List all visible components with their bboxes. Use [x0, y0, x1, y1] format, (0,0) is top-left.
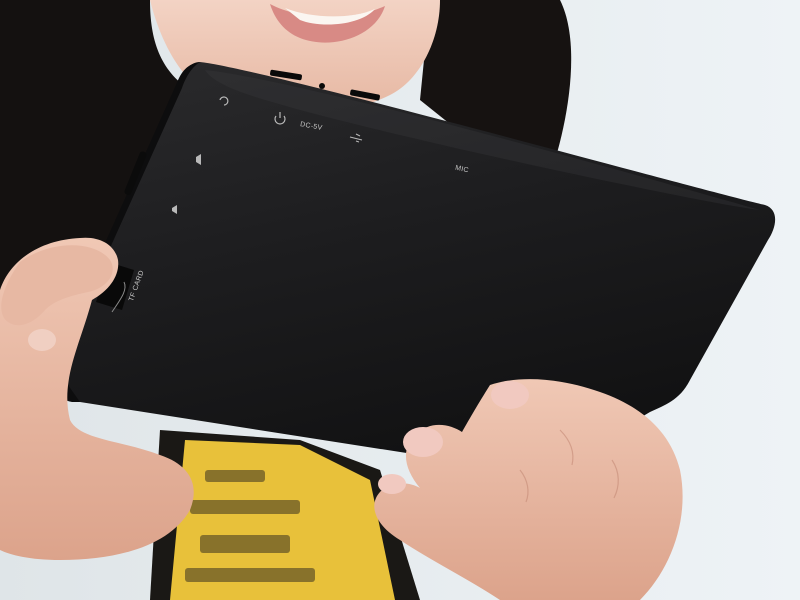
headphone-jack	[319, 83, 325, 89]
right-middle-nail	[403, 427, 443, 457]
right-index-nail	[491, 381, 529, 409]
right-ring-nail	[378, 474, 406, 494]
left-thumbnail	[28, 329, 56, 351]
photo-scene	[0, 0, 800, 600]
